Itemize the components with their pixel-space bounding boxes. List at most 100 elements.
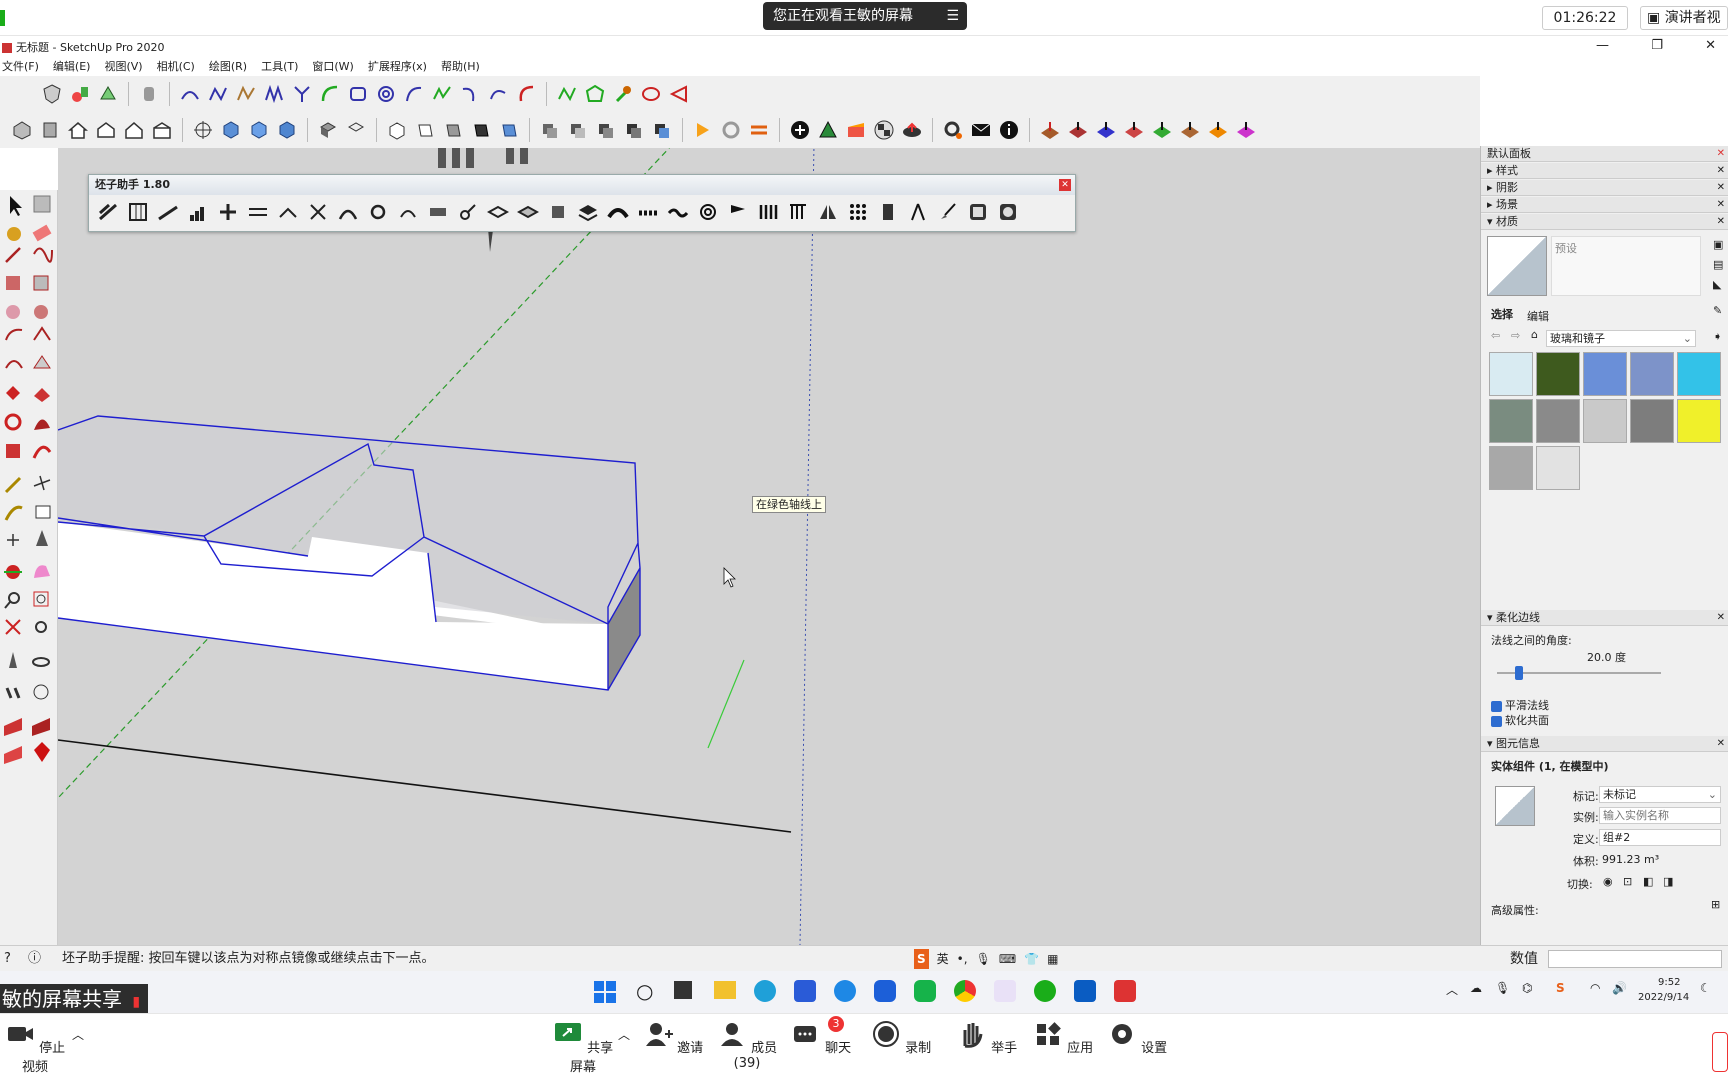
viewing-screen-banner[interactable]: 您正在观看王敏的屏幕 ☰	[763, 2, 967, 30]
scenes-close-icon[interactable]: ✕	[1717, 197, 1725, 213]
search-icon[interactable]: ○	[636, 979, 653, 1003]
visibility-eye-icon[interactable]: ◉	[1603, 875, 1613, 888]
material-swatch[interactable]	[1489, 446, 1533, 490]
spiral-icon[interactable]	[374, 82, 398, 106]
sector-icon[interactable]	[667, 82, 691, 106]
create-material-icon[interactable]: ▣	[1713, 238, 1723, 251]
sample-paint-icon[interactable]: ▤	[1713, 258, 1723, 271]
extension-icon[interactable]	[844, 118, 868, 142]
restore-icon[interactable]: ❐	[1651, 38, 1663, 58]
panel-icon[interactable]	[875, 199, 901, 225]
materials-tab-select[interactable]: 选择	[1491, 306, 1513, 322]
edge-browser-icon[interactable]	[754, 980, 776, 1002]
scissor-icon[interactable]	[455, 199, 481, 225]
fold-icon[interactable]	[275, 199, 301, 225]
meeting-app-icon[interactable]	[1074, 980, 1096, 1002]
zigzag-icon[interactable]	[262, 82, 286, 106]
soften-close-icon[interactable]: ✕	[1717, 610, 1725, 626]
checker-icon[interactable]	[872, 118, 896, 142]
menu-camera[interactable]: 相机(C)	[157, 58, 195, 76]
menu-help[interactable]: 帮助(H)	[441, 58, 480, 76]
focus-moon-icon[interactable]: ☾	[1700, 981, 1711, 995]
menu-edit[interactable]: 编辑(E)	[53, 58, 91, 76]
stairs-icon[interactable]	[95, 199, 121, 225]
add-icon[interactable]	[788, 118, 812, 142]
flag-icon[interactable]	[725, 199, 751, 225]
model-viewport[interactable]	[58, 148, 1480, 945]
minimize-icon[interactable]: —	[1596, 38, 1609, 58]
material-library-select[interactable]: 玻璃和镜子 ⌄	[1546, 330, 1696, 347]
material-swatch[interactable]	[1630, 399, 1674, 443]
side-panel-handle[interactable]	[1712, 1032, 1728, 1072]
keyboard-icon[interactable]: ⌨	[999, 949, 1016, 969]
columns-icon[interactable]	[785, 199, 811, 225]
grid-wall-icon[interactable]	[125, 199, 151, 225]
entity-material-preview[interactable]	[1495, 786, 1535, 826]
hook-icon[interactable]	[486, 82, 510, 106]
swap-icon[interactable]	[747, 118, 771, 142]
sketchup-taskbar-icon[interactable]	[1114, 980, 1136, 1002]
wps-icon[interactable]	[994, 980, 1016, 1002]
face-style-1-icon[interactable]	[385, 118, 409, 142]
hidden-line-icon[interactable]	[275, 118, 299, 142]
scatter-icon[interactable]	[305, 199, 331, 225]
layers-5-icon[interactable]	[650, 118, 674, 142]
task-view-icon[interactable]	[674, 981, 692, 999]
section-a-icon[interactable]	[1066, 118, 1090, 142]
bar-steps-icon[interactable]	[185, 199, 211, 225]
volume-icon[interactable]: 🔊	[1612, 981, 1627, 995]
iso-view-icon[interactable]	[10, 118, 34, 142]
angle-slider-thumb[interactable]	[1515, 666, 1523, 680]
mic-icon[interactable]: 🎙	[976, 949, 991, 969]
xray-icon[interactable]	[191, 118, 215, 142]
mail-icon[interactable]	[969, 118, 993, 142]
spiral-tool-icon[interactable]	[695, 199, 721, 225]
cast-shadows-icon[interactable]: ◨	[1663, 875, 1673, 888]
definition-field[interactable]: 组#2	[1599, 829, 1721, 846]
branch-line-icon[interactable]	[290, 82, 314, 106]
status-info-icon[interactable]: ⓘ	[28, 946, 41, 972]
layers-3-icon[interactable]	[594, 118, 618, 142]
face-style-4-icon[interactable]	[469, 118, 493, 142]
section-f-icon[interactable]	[1206, 118, 1230, 142]
info-icon[interactable]	[997, 118, 1021, 142]
sogou-icon[interactable]: S	[914, 949, 929, 969]
front-view-icon[interactable]	[66, 118, 90, 142]
arch-icon[interactable]	[335, 199, 361, 225]
top-view-icon[interactable]	[38, 118, 62, 142]
skin-icon[interactable]: 👕	[1024, 949, 1039, 969]
right-view-icon[interactable]	[94, 118, 118, 142]
settings-button[interactable]: 设置	[1102, 1020, 1172, 1056]
styles-section-header[interactable]: ▸ 样式 ✕	[1481, 163, 1728, 179]
plugin-help-icon[interactable]	[995, 199, 1021, 225]
material-swatch[interactable]	[1677, 352, 1721, 396]
windows-start-icon[interactable]	[594, 981, 616, 1003]
menu-view[interactable]: 视图(V)	[104, 58, 142, 76]
refresh-icon[interactable]	[719, 118, 743, 142]
section-c-icon[interactable]	[1122, 118, 1146, 142]
measurements-input[interactable]	[1548, 950, 1722, 968]
shield-icon[interactable]	[40, 82, 64, 106]
scenes-section-header[interactable]: ▸ 场景 ✕	[1481, 197, 1728, 213]
soften-coplanar-checkbox[interactable]: 软化共面	[1491, 712, 1549, 728]
block-icon[interactable]	[425, 199, 451, 225]
box-push-icon[interactable]	[545, 199, 571, 225]
compass-icon[interactable]	[905, 199, 931, 225]
receive-shadows-icon[interactable]: ◧	[1643, 875, 1653, 888]
brush-icon[interactable]	[935, 199, 961, 225]
paint-bucket-icon[interactable]	[68, 82, 92, 106]
distribute-icon[interactable]	[245, 199, 271, 225]
freehand-icon[interactable]	[430, 82, 454, 106]
shadows-close-icon[interactable]: ✕	[1717, 180, 1725, 196]
stop-video-button[interactable]: 停止视频	[0, 1020, 70, 1075]
wechat-icon[interactable]	[1034, 980, 1056, 1002]
entity-info-section-header[interactable]: ▾ 图元信息 ✕	[1481, 736, 1728, 752]
material-name-box[interactable]: 预设	[1551, 236, 1701, 296]
align-icon[interactable]	[215, 199, 241, 225]
section-g-icon[interactable]	[1234, 118, 1258, 142]
left-view-icon[interactable]	[150, 118, 174, 142]
layers-mixed-icon[interactable]	[575, 199, 601, 225]
warehouse-icon[interactable]	[816, 118, 840, 142]
shadows-section-header[interactable]: ▸ 阴影 ✕	[1481, 180, 1728, 196]
arc-green-icon[interactable]	[318, 82, 342, 106]
